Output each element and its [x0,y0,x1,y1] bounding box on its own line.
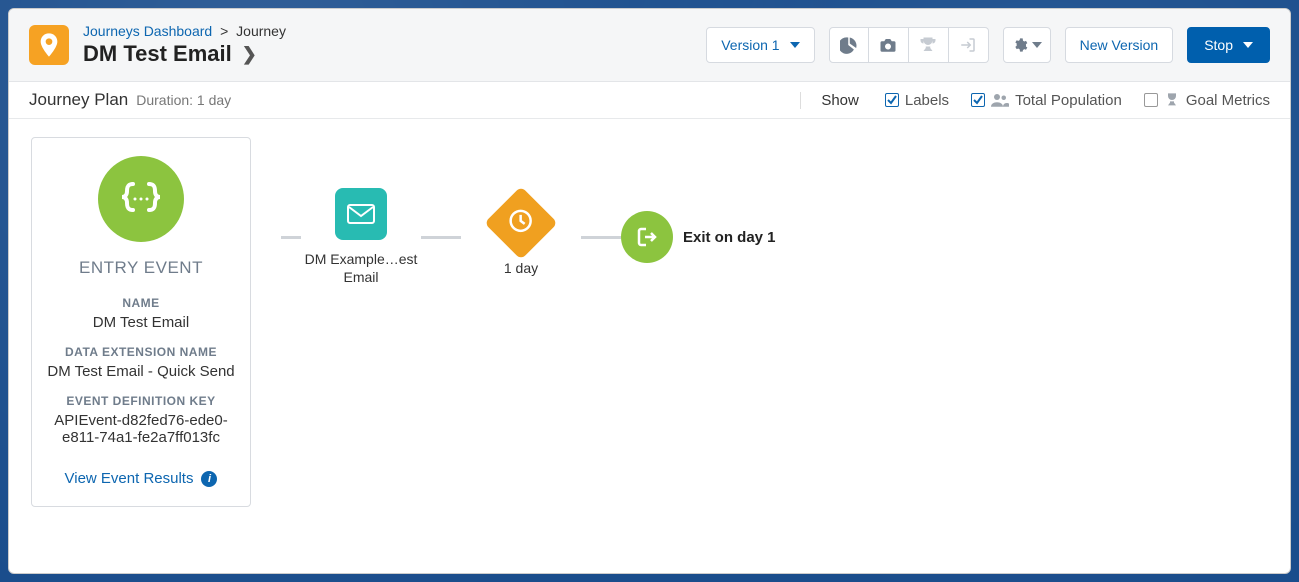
subheader-bar: Journey Plan Duration: 1 day Show Labels… [9,82,1290,119]
page-title-text: DM Test Email [83,41,232,67]
toggle-goals-text: Goal Metrics [1186,92,1270,109]
entry-event-card[interactable]: ENTRY EVENT NAME DM Test Email DATA EXTE… [31,137,251,507]
de-label: DATA EXTENSION NAME [44,345,238,359]
toggle-labels-text: Labels [905,92,949,109]
show-label: Show [800,92,863,109]
de-value: DM Test Email - Quick Send [44,363,238,380]
entry-event-heading: ENTRY EVENT [44,258,238,278]
email-activity-node[interactable]: DM Example…est Email [301,188,421,286]
new-version-label: New Version [1080,37,1159,53]
wait-node-label: 1 day [504,259,538,277]
name-label: NAME [44,296,238,310]
stop-label: Stop [1204,37,1233,53]
toggle-goal-metrics[interactable]: Goal Metrics [1144,92,1270,109]
journey-plan-title: Journey Plan [29,90,128,110]
info-icon: i [201,471,217,487]
exit-button[interactable] [949,27,989,63]
breadcrumb-area: Journeys Dashboard > Journey DM Test Ema… [83,23,286,67]
breadcrumb: Journeys Dashboard > Journey [83,23,286,39]
toolbar-icon-group [829,27,989,63]
header-bar: Journeys Dashboard > Journey DM Test Ema… [9,9,1290,82]
new-version-button[interactable]: New Version [1065,27,1174,63]
chevron-right-icon[interactable]: ❯ [242,44,257,65]
exit-node[interactable]: Exit on day 1 [621,211,776,263]
connector-line [421,236,461,239]
toggle-population-text: Total Population [1015,92,1122,109]
chart-button[interactable] [829,27,869,63]
name-value: DM Test Email [44,314,238,331]
breadcrumb-root-link[interactable]: Journeys Dashboard [83,23,212,39]
connector-line [281,236,301,239]
flow-lane: DM Example…est Email 1 day Exit on day 1 [281,177,776,297]
trophy-icon [1164,92,1180,108]
camera-button[interactable] [869,27,909,63]
trophy-button[interactable] [909,27,949,63]
people-icon [991,93,1009,107]
key-label: EVENT DEFINITION KEY [44,394,238,408]
view-event-results-link[interactable]: View Event Results i [65,470,218,487]
exit-icon [621,211,673,263]
journey-canvas: ENTRY EVENT NAME DM Test Email DATA EXTE… [9,119,1290,573]
caret-down-icon [1032,42,1042,48]
toggle-total-population[interactable]: Total Population [971,92,1122,109]
envelope-icon [335,188,387,240]
exit-node-label: Exit on day 1 [683,229,776,246]
clock-icon [484,186,558,260]
stop-button[interactable]: Stop [1187,27,1270,63]
connector-line [581,236,621,239]
key-value: APIEvent-d82fed76-ede0-e811-74a1-fe2a7ff… [44,412,238,446]
caret-down-icon [790,42,800,48]
page-title: DM Test Email ❯ [83,41,286,67]
toggle-labels[interactable]: Labels [885,92,949,109]
caret-down-icon [1243,42,1253,48]
version-label: Version 1 [721,37,779,53]
email-node-label: DM Example…est Email [301,250,421,286]
braces-icon [98,156,184,242]
journey-pin-icon [29,25,69,65]
app-window: Journeys Dashboard > Journey DM Test Ema… [8,8,1291,574]
duration-label: Duration: 1 day [136,92,231,108]
breadcrumb-separator: > [220,23,228,39]
view-results-text: View Event Results [65,470,194,487]
wait-activity-node[interactable]: 1 day [461,197,581,277]
breadcrumb-current: Journey [236,23,286,39]
settings-dropdown[interactable] [1003,27,1051,63]
version-dropdown[interactable]: Version 1 [706,27,814,63]
